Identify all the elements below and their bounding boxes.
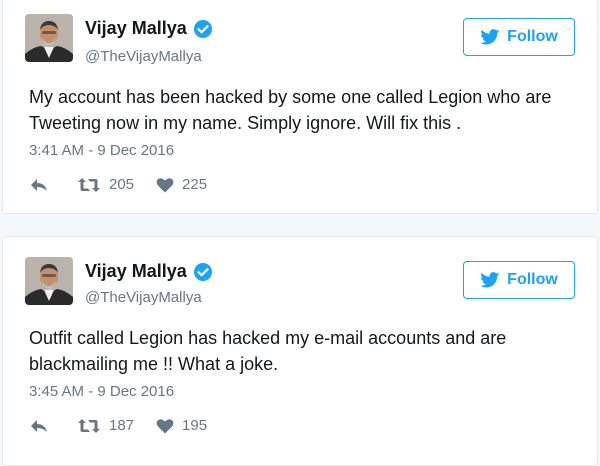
follow-button-label: Follow (507, 271, 558, 288)
tweet-card: Vijay Mallya @TheVijayMallya Follow My a… (2, 0, 598, 214)
avatar[interactable] (25, 14, 73, 62)
tweet-actions: 205 225 (29, 176, 229, 193)
like-button[interactable]: 225 (156, 176, 207, 193)
follow-button[interactable]: Follow (463, 18, 575, 56)
heart-icon (156, 418, 174, 433)
verified-badge-icon (193, 19, 212, 38)
tweet-card: Vijay Mallya @TheVijayMallya Follow Outf… (2, 236, 598, 466)
twitter-bird-icon (480, 272, 500, 288)
heart-icon (156, 177, 174, 192)
user-handle[interactable]: @TheVijayMallya (85, 289, 202, 306)
twitter-bird-icon (480, 29, 500, 45)
tweet-timestamp[interactable]: 3:41 AM - 9 Dec 2016 (29, 142, 174, 159)
follow-button[interactable]: Follow (463, 261, 575, 299)
like-button[interactable]: 195 (156, 417, 207, 434)
retweet-icon (78, 177, 100, 192)
like-count: 195 (182, 417, 208, 434)
tweet-text: My account has been hacked by some one c… (29, 87, 552, 133)
follow-button-label: Follow (507, 28, 558, 45)
user-handle[interactable]: @TheVijayMallya (85, 48, 202, 65)
reply-button[interactable] (29, 177, 49, 193)
retweet-icon (78, 418, 100, 433)
profile-photo-icon (25, 14, 73, 62)
tweet-text: Outfit called Legion has hacked my e-mai… (29, 328, 507, 374)
display-name-text: Vijay Mallya (85, 18, 187, 38)
verified-badge-icon (193, 262, 212, 281)
like-count: 225 (182, 176, 208, 193)
display-name[interactable]: Vijay Mallya (85, 18, 213, 39)
reply-icon (31, 178, 47, 191)
retweet-count: 187 (109, 417, 135, 434)
profile-photo-icon (25, 257, 73, 305)
retweet-count: 205 (109, 176, 135, 193)
display-name[interactable]: Vijay Mallya (85, 261, 213, 282)
avatar[interactable] (25, 257, 73, 305)
tweet-actions: 187 195 (29, 417, 229, 434)
reply-button[interactable] (29, 418, 49, 434)
tweet-timestamp[interactable]: 3:45 AM - 9 Dec 2016 (29, 383, 174, 400)
retweet-button[interactable]: 187 (77, 417, 134, 434)
display-name-text: Vijay Mallya (85, 261, 187, 281)
retweet-button[interactable]: 205 (77, 176, 134, 193)
reply-icon (31, 419, 47, 432)
